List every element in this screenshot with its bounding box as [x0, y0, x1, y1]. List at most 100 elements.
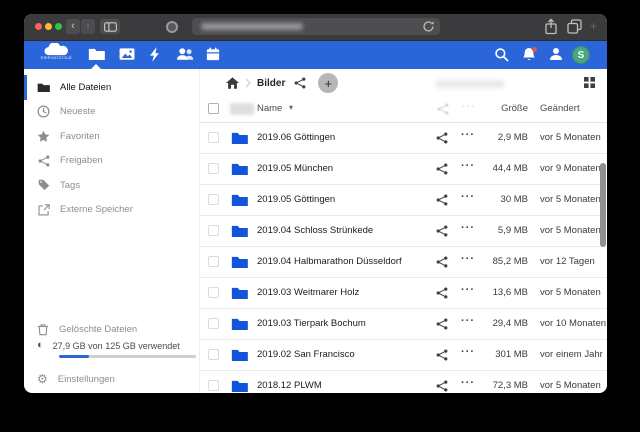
file-name[interactable]: 2019.02 San Francisco	[257, 349, 355, 360]
column-header-modified[interactable]: Geändert	[540, 103, 580, 114]
close-window-button[interactable]	[35, 23, 42, 30]
share-page-icon	[544, 18, 558, 35]
sidebar-item-tags[interactable]: Tags	[24, 173, 199, 198]
row-checkbox[interactable]	[208, 318, 219, 329]
sidebar-item-external-storage[interactable]: Externe Speicher	[24, 198, 199, 223]
show-all-tabs-button[interactable]	[567, 19, 582, 34]
file-name[interactable]: 2019.03 Tierpark Bochum	[257, 318, 366, 329]
share-icon	[37, 154, 50, 167]
file-name[interactable]: 2019.06 Göttingen	[257, 132, 335, 143]
file-modified: vor 5 Monaten	[540, 225, 601, 236]
back-button[interactable]: ‹	[66, 19, 80, 34]
app-calendar-icon[interactable]	[206, 47, 220, 61]
table-row[interactable]: 2019.06 Göttingen ··· 2,9 MB vor 5 Monat…	[200, 123, 607, 154]
user-avatar[interactable]: S	[572, 46, 590, 64]
table-row[interactable]: 2019.05 München ··· 44,4 MB vor 9 Monate…	[200, 154, 607, 185]
folder-icon	[231, 131, 248, 145]
share-icon[interactable]	[436, 194, 448, 206]
share-icon[interactable]	[436, 132, 448, 144]
column-header-name[interactable]: Name	[257, 103, 282, 114]
app-photos-icon[interactable]	[119, 47, 135, 61]
app-contacts-icon[interactable]	[176, 47, 195, 61]
cloud-logo[interactable]: SteKoesCloud	[36, 43, 76, 60]
extension-icon[interactable]	[166, 21, 178, 33]
table-row[interactable]: 2018.12 PLWM ··· 72,3 MB vor 5 Monaten	[200, 371, 607, 393]
file-name[interactable]: 2018.12 PLWM	[257, 380, 322, 391]
table-row[interactable]: 2019.02 San Francisco ··· 301 MB vor ein…	[200, 340, 607, 371]
home-icon[interactable]	[226, 77, 239, 89]
sidebar-item-settings[interactable]: ⚙ Einstellungen	[24, 368, 199, 390]
file-name[interactable]: 2019.03 Weitmarer Holz	[257, 287, 359, 298]
table-row[interactable]: 2019.04 Halbmarathon Düsseldorf ··· 85,2…	[200, 247, 607, 278]
search-icon[interactable]	[494, 47, 509, 62]
file-name[interactable]: 2019.05 Göttingen	[257, 194, 335, 205]
current-folder-name[interactable]: Bilder	[257, 78, 285, 89]
row-checkbox[interactable]	[208, 287, 219, 298]
select-all-checkbox[interactable]	[208, 103, 219, 114]
row-checkbox[interactable]	[208, 349, 219, 360]
notification-badge	[532, 47, 537, 52]
share-page-button[interactable]	[544, 18, 558, 35]
table-row[interactable]: 2019.05 Göttingen ··· 30 MB vor 5 Monate…	[200, 185, 607, 216]
contacts-menu-icon[interactable]	[549, 47, 563, 61]
new-file-button[interactable]: +	[318, 73, 338, 93]
file-size: 2,9 MB	[472, 132, 528, 143]
share-icon[interactable]	[436, 380, 448, 392]
file-modified: vor 10 Monaten	[540, 318, 606, 329]
folder-icon	[231, 379, 248, 393]
row-checkbox[interactable]	[208, 380, 219, 391]
share-icon[interactable]	[436, 349, 448, 361]
sidebar-item-recent[interactable]: Neueste	[24, 100, 199, 125]
table-row[interactable]: 2019.03 Weitmarer Holz ··· 13,6 MB vor 5…	[200, 278, 607, 309]
sidebar-item-deleted-files[interactable]: Gelöschte Dateien	[24, 318, 199, 340]
grid-view-toggle-icon[interactable]	[584, 77, 595, 88]
share-icon[interactable]	[436, 318, 448, 330]
zoom-window-button[interactable]	[55, 23, 62, 30]
forward-button[interactable]: ›	[81, 19, 95, 34]
share-icon[interactable]	[436, 225, 448, 237]
file-name[interactable]: 2019.04 Halbmarathon Düsseldorf	[257, 256, 402, 267]
sidebar-item-label: Gelöschte Dateien	[59, 324, 137, 335]
row-checkbox[interactable]	[208, 163, 219, 174]
sidebar: Alle Dateien Neueste Favoriten Freigaben	[24, 69, 200, 393]
share-folder-icon[interactable]	[294, 77, 306, 89]
share-icon[interactable]	[436, 163, 448, 175]
app-navbar: SteKoesCloud S	[24, 41, 607, 69]
row-checkbox[interactable]	[208, 256, 219, 267]
page-scrollbar[interactable]	[600, 163, 606, 247]
sidebar-item-favorites[interactable]: Favoriten	[24, 124, 199, 149]
sidebar-item-label: Neueste	[60, 106, 95, 117]
share-icon[interactable]	[436, 287, 448, 299]
breadcrumb: Bilder +	[200, 69, 607, 97]
file-name[interactable]: 2019.04 Schloss Strünkede	[257, 225, 373, 236]
file-modified: vor 5 Monaten	[540, 287, 601, 298]
row-checkbox[interactable]	[208, 194, 219, 205]
minimize-window-button[interactable]	[45, 23, 52, 30]
file-name[interactable]: 2019.05 München	[257, 163, 333, 174]
instance-name: SteKoesCloud	[36, 55, 76, 60]
app-activity-icon[interactable]	[150, 47, 161, 62]
reload-icon[interactable]	[422, 20, 435, 33]
column-header-size[interactable]: Größe	[501, 103, 528, 114]
table-row[interactable]: 2019.04 Schloss Strünkede ··· 5,9 MB vor…	[200, 216, 607, 247]
trash-icon	[37, 323, 49, 336]
folder-icon	[231, 286, 248, 300]
row-checkbox[interactable]	[208, 225, 219, 236]
app-files-icon[interactable]	[88, 47, 105, 61]
sidebar-item-label: Tags	[60, 180, 80, 191]
sidebar-item-all-files[interactable]: Alle Dateien	[24, 75, 199, 100]
sidebar-toggle-button[interactable]	[100, 19, 120, 34]
sort-caret-icon[interactable]: ▾	[289, 103, 293, 112]
table-row[interactable]: 2019.03 Tierpark Bochum ··· 29,4 MB vor …	[200, 309, 607, 340]
tabs-icon	[567, 19, 582, 34]
sidebar-toggle-icon	[104, 22, 117, 32]
address-bar[interactable]	[192, 18, 440, 35]
row-checkbox[interactable]	[208, 132, 219, 143]
redacted-content	[230, 103, 254, 115]
new-tab-button[interactable]: +	[590, 19, 597, 33]
browser-titlebar: ‹ › +	[24, 14, 607, 41]
browser-window: ‹ › + SteKoesCloud	[24, 14, 607, 393]
folder-icon	[231, 162, 248, 176]
sidebar-item-shares[interactable]: Freigaben	[24, 149, 199, 174]
share-icon[interactable]	[436, 256, 448, 268]
